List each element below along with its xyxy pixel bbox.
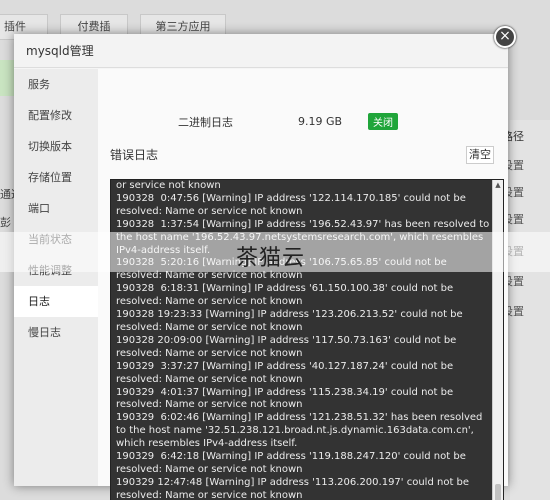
log-scrollbar[interactable]: ▲ ▼ (492, 180, 503, 500)
scroll-up-icon[interactable]: ▲ (493, 180, 503, 190)
nav-item-port[interactable]: 端口 (14, 193, 98, 224)
background-text-fragment: 彭 (0, 216, 11, 229)
binlog-size: 9.19 GB (298, 115, 343, 128)
nav-item-slow-log[interactable]: 慢日志 (14, 317, 98, 348)
nav-item-config[interactable]: 配置修改 (14, 100, 98, 131)
binlog-label: 二进制日志 (178, 115, 233, 129)
log-panel: 二进制日志 9.19 GB 关闭 错误日志 清空 or service not … (98, 69, 508, 500)
scroll-thumb[interactable] (495, 484, 501, 500)
error-log-content[interactable]: or service not known 190328 0:47:56 [War… (116, 180, 494, 500)
nav-item-logs[interactable]: 日志 (14, 286, 98, 317)
clear-log-button[interactable]: 清空 (466, 146, 494, 164)
watermark-text: 茶猫云 (236, 246, 306, 271)
dialog-side-nav: 服务 配置修改 切换版本 存储位置 端口 当前状态 性能调整 日志 慢日志 (14, 69, 98, 486)
close-icon[interactable]: × (494, 26, 516, 48)
nav-item-service[interactable]: 服务 (14, 69, 98, 100)
error-log-title: 错误日志 (110, 148, 159, 162)
dialog-title: mysqld管理 (14, 34, 508, 68)
nav-item-storage[interactable]: 存储位置 (14, 162, 98, 193)
binlog-toggle-button[interactable]: 关闭 (368, 113, 398, 130)
error-log-textarea[interactable]: or service not known 190328 0:47:56 [War… (110, 179, 504, 500)
binlog-row: 二进制日志 9.19 GB 关闭 (178, 113, 398, 130)
nav-item-switch-version[interactable]: 切换版本 (14, 131, 98, 162)
